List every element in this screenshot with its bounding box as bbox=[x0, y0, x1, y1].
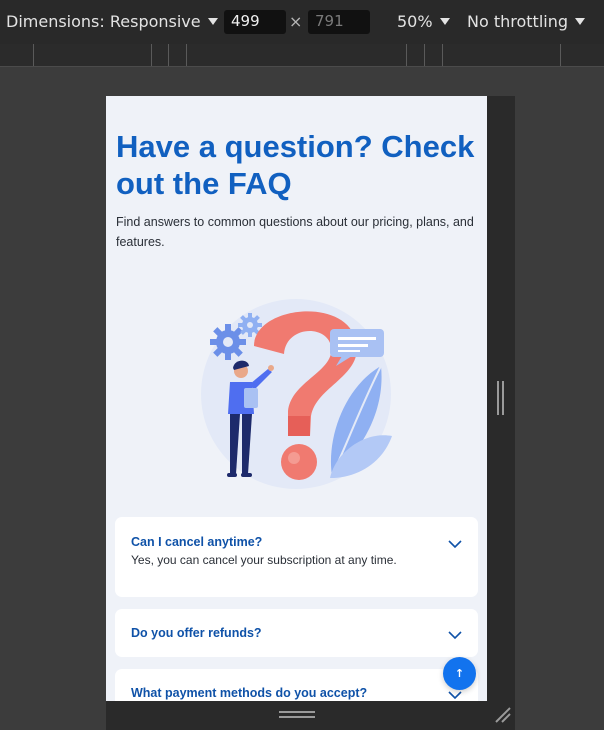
page-title: Have a question? Check out the FAQ bbox=[116, 129, 475, 201]
faq-question[interactable]: What payment methods do you accept? bbox=[131, 686, 367, 700]
page-subtitle: Find answers to common questions about o… bbox=[116, 215, 474, 249]
faq-item[interactable]: Can I cancel anytime? Yes, you can cance… bbox=[115, 517, 478, 597]
chevron-down-icon bbox=[207, 18, 218, 25]
media-query-ruler[interactable] bbox=[0, 44, 604, 67]
resize-corner-icon[interactable] bbox=[493, 705, 511, 723]
scroll-to-top-button[interactable]: ↑ bbox=[443, 657, 476, 690]
chevron-down-icon[interactable] bbox=[448, 540, 462, 549]
width-input[interactable]: 499 bbox=[224, 10, 286, 34]
arrow-up-icon: ↑ bbox=[454, 667, 465, 680]
resize-handle-right[interactable] bbox=[487, 96, 515, 701]
throttling-dropdown[interactable]: No throttling bbox=[467, 12, 586, 31]
chevron-down-icon[interactable] bbox=[448, 631, 462, 640]
faq-item[interactable]: What payment methods do you accept? bbox=[115, 669, 478, 701]
times-symbol: × bbox=[289, 12, 303, 31]
faq-answer: Yes, you can cancel your subscription at… bbox=[131, 553, 397, 567]
device-viewport: Have a question? Check out the FAQ Find … bbox=[106, 96, 487, 701]
zoom-dropdown[interactable]: 50% bbox=[397, 12, 450, 31]
chevron-down-icon bbox=[439, 18, 450, 25]
faq-question[interactable]: Can I cancel anytime? bbox=[131, 535, 262, 549]
throttling-label: No throttling bbox=[467, 12, 569, 31]
faq-question[interactable]: Do you offer refunds? bbox=[131, 626, 262, 640]
dimensions-label: Dimensions: Responsive bbox=[6, 12, 201, 31]
faq-item[interactable]: Do you offer refunds? bbox=[115, 609, 478, 657]
dimensions-dropdown[interactable]: Dimensions: Responsive bbox=[6, 12, 218, 31]
zoom-label: 50% bbox=[397, 12, 433, 31]
devtools-toolbar: Dimensions: Responsive 499 × 791 50% No … bbox=[0, 0, 604, 44]
resize-handle-bottom[interactable] bbox=[106, 701, 515, 730]
faq-illustration bbox=[201, 299, 392, 489]
gear-icon bbox=[210, 324, 246, 360]
height-input[interactable]: 791 bbox=[308, 10, 370, 34]
chevron-down-icon bbox=[575, 18, 586, 25]
chevron-down-icon[interactable] bbox=[448, 691, 462, 700]
